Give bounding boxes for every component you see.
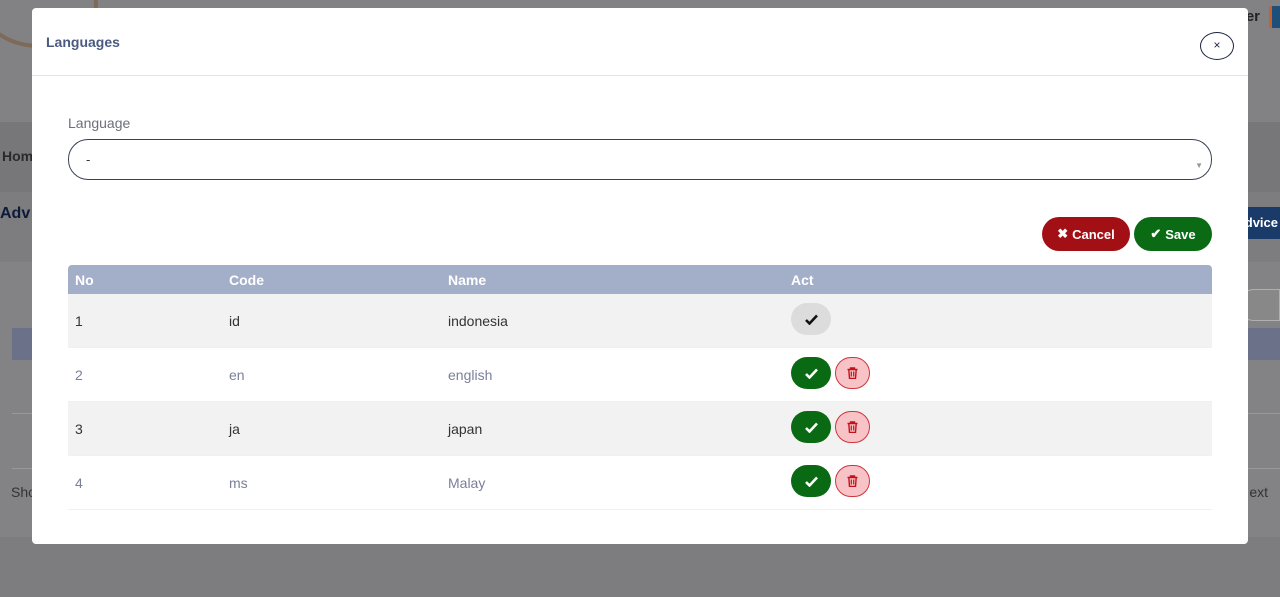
language-field-label: Language bbox=[68, 115, 131, 131]
row-code: id bbox=[229, 313, 240, 329]
save-button-label: Save bbox=[1165, 226, 1196, 242]
row-name: english bbox=[448, 367, 493, 383]
row-actions bbox=[791, 411, 870, 443]
check-icon bbox=[804, 422, 818, 433]
background-user-badge bbox=[1269, 6, 1280, 28]
row-no: 1 bbox=[75, 313, 83, 329]
close-button[interactable]: × bbox=[1200, 32, 1234, 60]
row-name: indonesia bbox=[448, 313, 508, 329]
cancel-button[interactable]: ✖ Cancel bbox=[1042, 217, 1130, 251]
language-select-value: - bbox=[86, 152, 91, 167]
background-page-heading: Adv bbox=[0, 205, 31, 222]
row-code: ms bbox=[229, 475, 248, 491]
row-actions bbox=[791, 357, 870, 389]
save-button[interactable]: ✔ Save bbox=[1134, 217, 1212, 251]
chevron-down-icon: ▼ bbox=[1195, 161, 1203, 170]
row-name: Malay bbox=[448, 475, 486, 491]
set-active-button[interactable] bbox=[791, 465, 831, 497]
table-row: 2 en english bbox=[68, 348, 1212, 402]
row-no: 3 bbox=[75, 421, 83, 437]
table-header: No Code Name Act bbox=[68, 265, 1212, 294]
column-header-name: Name bbox=[448, 272, 487, 288]
column-header-code: Code bbox=[229, 272, 264, 288]
delete-button[interactable] bbox=[835, 465, 870, 497]
background-pager-next: ext bbox=[1249, 484, 1268, 500]
trash-icon bbox=[847, 367, 858, 379]
set-active-button[interactable] bbox=[791, 303, 831, 335]
check-icon bbox=[804, 314, 818, 325]
close-icon: × bbox=[1213, 38, 1221, 52]
check-icon bbox=[804, 476, 818, 487]
languages-modal: Languages × Language - ▼ ✖ Cancel ✔ Save… bbox=[32, 8, 1248, 544]
delete-button[interactable] bbox=[835, 411, 870, 443]
cancel-button-label: Cancel bbox=[1072, 226, 1115, 242]
set-active-button[interactable] bbox=[791, 411, 831, 443]
set-active-button[interactable] bbox=[791, 357, 831, 389]
row-name: japan bbox=[448, 421, 483, 437]
languages-table: No Code Name Act 1 id indonesia 2 en eng… bbox=[68, 265, 1212, 510]
delete-button[interactable] bbox=[835, 357, 870, 389]
x-icon: ✖ bbox=[1057, 226, 1069, 241]
row-code: ja bbox=[229, 421, 240, 437]
row-actions bbox=[791, 303, 831, 335]
row-no: 2 bbox=[75, 367, 83, 383]
table-row: 4 ms Malay bbox=[68, 456, 1212, 510]
modal-header: Languages × bbox=[32, 8, 1248, 76]
background-nav-home: Hom bbox=[2, 148, 34, 164]
column-header-no: No bbox=[75, 272, 94, 288]
trash-icon bbox=[847, 421, 858, 433]
trash-icon bbox=[847, 475, 858, 487]
table-row: 3 ja japan bbox=[68, 402, 1212, 456]
table-row: 1 id indonesia bbox=[68, 294, 1212, 348]
row-no: 4 bbox=[75, 475, 83, 491]
language-select[interactable]: - ▼ bbox=[68, 139, 1212, 180]
row-code: en bbox=[229, 367, 245, 383]
check-icon bbox=[804, 368, 818, 379]
row-actions bbox=[791, 465, 870, 497]
check-icon: ✔ bbox=[1150, 226, 1162, 241]
modal-title: Languages bbox=[46, 34, 120, 50]
column-header-act: Act bbox=[791, 272, 814, 288]
